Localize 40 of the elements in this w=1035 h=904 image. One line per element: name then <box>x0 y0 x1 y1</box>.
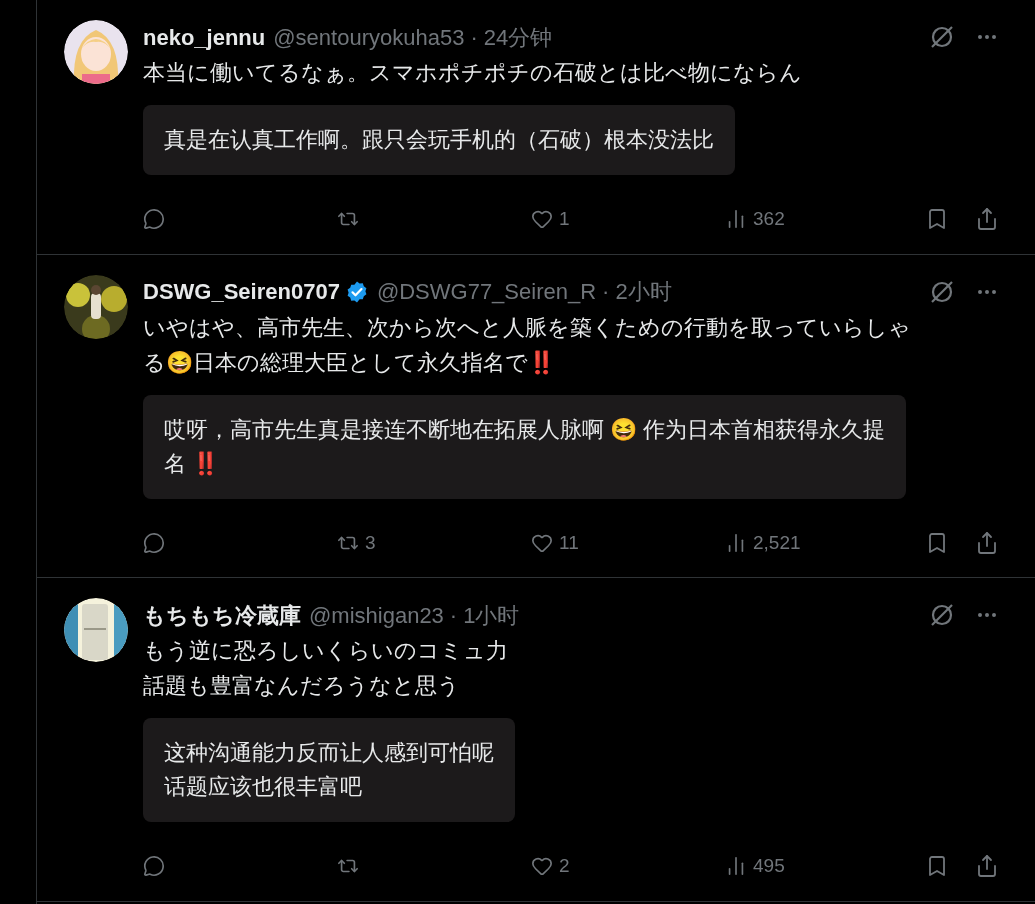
reply-icon <box>143 855 165 878</box>
translation-line: 这种沟通能力反而让人感到可怕呢 <box>164 739 494 767</box>
separator-dot: · <box>449 601 458 630</box>
user-handle[interactable]: @sentouryokuha53 <box>273 20 465 54</box>
post-text-line: いやはや、高市先生、次から次へと人脈を築くための行動を取っていらしゃ <box>143 313 911 342</box>
post-text-line: 話題も豊富なんだろうなと思う <box>143 672 460 700</box>
post-time[interactable]: 2小时 <box>615 275 672 308</box>
slashed-circle-icon[interactable] <box>929 602 955 628</box>
translation-line: 话题应该也很丰富吧 <box>164 773 362 801</box>
translation-line: 哎呀，高市先生真是接连不断地在拓展人脉啊 😆 作为日本首相获得永久提 <box>164 415 886 444</box>
share-icon[interactable] <box>975 854 999 879</box>
separator-dot: · <box>602 278 610 306</box>
translation-line: 名 ‼ <box>164 449 220 478</box>
heart-icon <box>531 208 553 231</box>
post-text-line: もう逆に恐ろしいくらいのコミュ力 <box>143 637 508 665</box>
post-time[interactable]: 1小时 <box>463 598 520 632</box>
views-action[interactable]: 362 <box>725 205 919 234</box>
heart-icon <box>531 855 553 878</box>
views-action[interactable]: 2,521 <box>725 528 919 557</box>
author-name[interactable]: neko_jennu <box>143 20 266 54</box>
author-name[interactable]: DSWG_Seiren0707 <box>143 275 340 308</box>
user-handle[interactable]: @DSWG77_Seiren_R <box>376 275 597 308</box>
post-text-line: る😆日本の総理大臣として永久指名で‼ <box>143 348 555 377</box>
share-icon[interactable] <box>975 530 999 555</box>
repost-action[interactable]: 3 <box>337 528 531 557</box>
post-text-line: 本当に働いてるなぁ。スマホポチポチの石破とは比べ物にならん <box>143 59 802 87</box>
like-action[interactable]: 2 <box>531 852 725 881</box>
like-action[interactable]: 11 <box>531 528 725 557</box>
translation-line: 真是在认真工作啊。跟只会玩手机的（石破）根本没法比 <box>164 126 714 154</box>
user-handle[interactable]: @mishigan23 <box>309 598 444 632</box>
slashed-circle-icon[interactable] <box>929 24 955 50</box>
like-action[interactable]: 1 <box>531 205 725 234</box>
share-icon[interactable] <box>975 207 999 232</box>
separator-dot: · <box>470 23 478 52</box>
reply-icon <box>143 208 165 231</box>
author-name[interactable]: もちもち冷蔵庫 <box>143 598 301 632</box>
reply-icon <box>143 531 165 554</box>
post-time[interactable]: 24分钟 <box>483 20 553 54</box>
slashed-circle-icon[interactable] <box>929 278 955 305</box>
views-action[interactable]: 495 <box>725 852 919 881</box>
